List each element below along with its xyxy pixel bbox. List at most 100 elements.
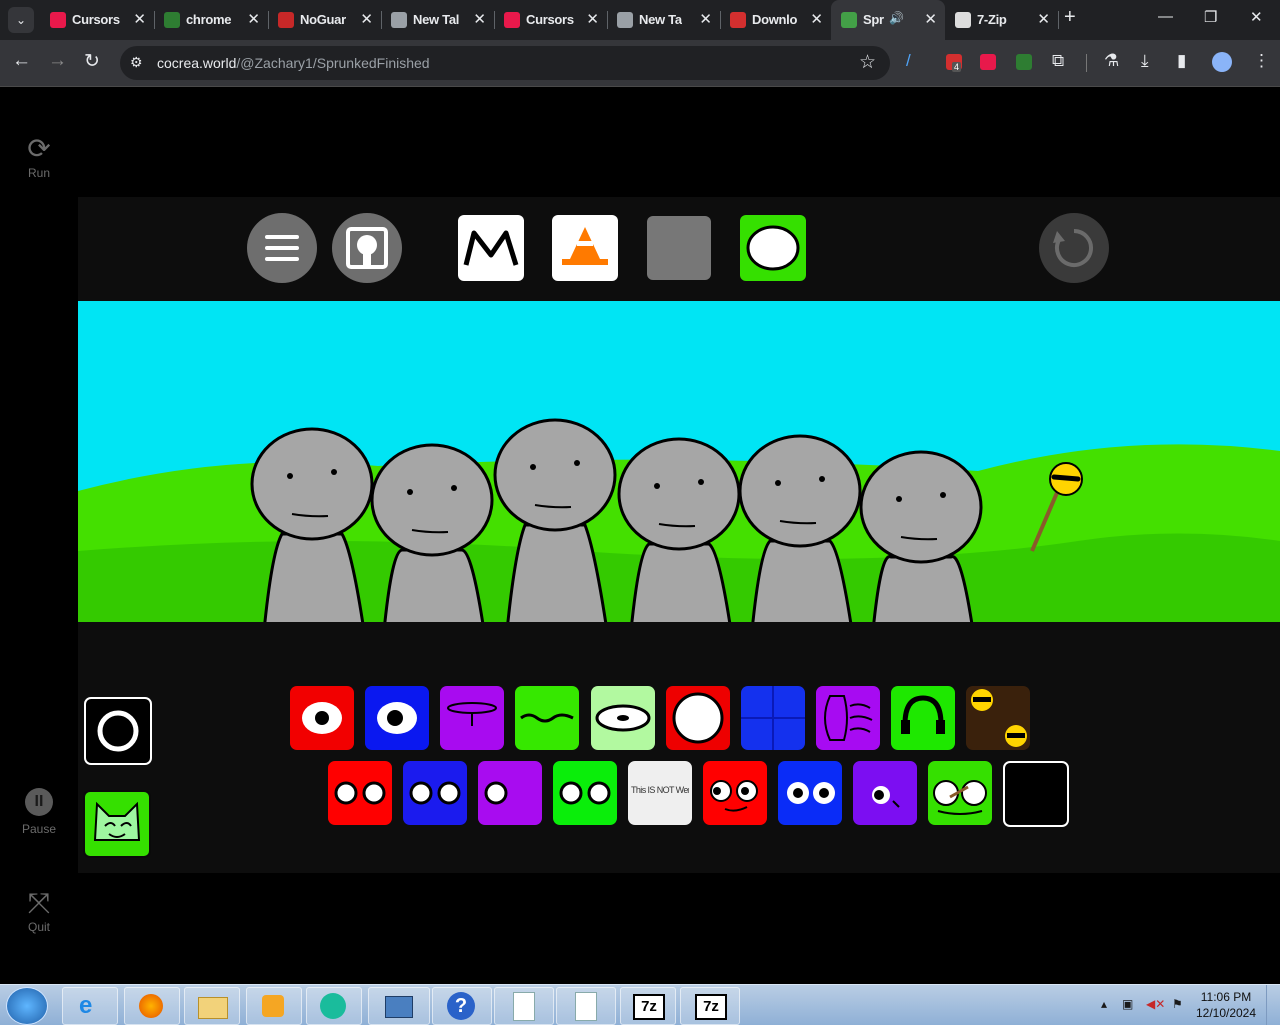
sound-button-brown-shades[interactable] bbox=[966, 686, 1030, 750]
tray-flag-icon[interactable]: ⚑ bbox=[1172, 997, 1183, 1011]
toolbar-divider bbox=[1086, 54, 1087, 72]
sprunki-character bbox=[617, 437, 741, 622]
background-button[interactable] bbox=[332, 213, 402, 283]
sound-button-lightgreen-eye[interactable] bbox=[591, 686, 655, 750]
mode-m-button[interactable] bbox=[458, 215, 524, 281]
ie-taskbar-icon[interactable]: e bbox=[62, 987, 118, 1025]
character-eye bbox=[896, 496, 902, 502]
extensions-puzzle-icon[interactable]: ⧉ bbox=[1052, 51, 1064, 71]
tray-expand-icon[interactable]: ▴ bbox=[1101, 997, 1107, 1011]
character-eye bbox=[451, 485, 457, 491]
sound-button-blue-eye[interactable] bbox=[365, 686, 429, 750]
sound-button-green-mouth[interactable] bbox=[515, 686, 579, 750]
sound-button-blue-two-eyes[interactable] bbox=[403, 761, 467, 825]
help-taskbar-icon[interactable]: ? bbox=[432, 987, 492, 1025]
tab-close-icon[interactable]: ✕ bbox=[133, 10, 146, 28]
browser-tab[interactable]: New Ta ✕ bbox=[607, 0, 721, 40]
network-taskbar-icon[interactable] bbox=[368, 987, 430, 1025]
green-extension-icon[interactable] bbox=[1016, 54, 1032, 70]
show-desktop-button[interactable] bbox=[1266, 985, 1280, 1025]
close-window-button[interactable]: ✕ bbox=[1250, 8, 1263, 26]
browser-tab[interactable]: chrome ✕ bbox=[154, 0, 269, 40]
run-control[interactable]: ⟳ Run bbox=[0, 132, 78, 180]
document-taskbar-icon-2[interactable] bbox=[556, 987, 616, 1025]
browser-tab[interactable]: New Tal ✕ bbox=[381, 0, 495, 40]
start-button[interactable] bbox=[6, 987, 48, 1025]
forward-button[interactable]: → bbox=[48, 50, 67, 72]
character-eye bbox=[530, 464, 536, 470]
speech-mode-button[interactable] bbox=[740, 215, 806, 281]
browser-tab[interactable]: Cursors ✕ bbox=[40, 0, 155, 40]
tab-audio-icon[interactable]: 🔊 bbox=[889, 11, 904, 25]
tab-close-icon[interactable]: ✕ bbox=[1037, 10, 1050, 28]
sound-button-blue-grid[interactable] bbox=[741, 686, 805, 750]
pen-extension-icon[interactable]: / bbox=[906, 51, 911, 71]
sound-button-red-circle[interactable] bbox=[666, 686, 730, 750]
reset-button[interactable] bbox=[1039, 213, 1109, 283]
chrome-menu-icon[interactable]: ⋮ bbox=[1253, 51, 1270, 71]
browser-tab[interactable]: Downlo ✕ bbox=[720, 0, 832, 40]
sound-button-purple-one-eye[interactable] bbox=[478, 761, 542, 825]
new-tab-button[interactable]: + bbox=[1064, 6, 1076, 29]
tab-close-icon[interactable]: ✕ bbox=[586, 10, 599, 28]
sound-button-red-two-eyes[interactable] bbox=[328, 761, 392, 825]
7zip-taskbar-icon-2[interactable]: 7z bbox=[680, 987, 740, 1025]
sound-button-red-face[interactable] bbox=[703, 761, 767, 825]
site-info-icon[interactable]: ⚙ bbox=[130, 54, 143, 71]
sound-button-green-face[interactable] bbox=[928, 761, 992, 825]
tab-close-icon[interactable]: ✕ bbox=[924, 10, 937, 28]
browser-tab[interactable]: NoGuar ✕ bbox=[268, 0, 382, 40]
tab-close-icon[interactable]: ✕ bbox=[699, 10, 712, 28]
sound-button-black-empty[interactable] bbox=[1003, 761, 1069, 827]
tab-close-icon[interactable]: ✕ bbox=[810, 10, 823, 28]
sound-button-red-eye[interactable] bbox=[290, 686, 354, 750]
7zip-taskbar-icon-1[interactable]: 7z bbox=[620, 987, 676, 1025]
game-canvas[interactable]: This IS NOT Wenda bbox=[78, 197, 1280, 873]
explorer-taskbar-icon[interactable] bbox=[184, 987, 240, 1025]
tab-search-button[interactable]: ⌄ bbox=[8, 7, 34, 33]
sound-button-green-headset[interactable] bbox=[891, 686, 955, 750]
app-taskbar-icon[interactable] bbox=[306, 987, 362, 1025]
tab-title: Spr bbox=[863, 12, 884, 27]
firefox-taskbar-icon[interactable] bbox=[124, 987, 180, 1025]
tray-network-icon[interactable]: ▣ bbox=[1122, 997, 1133, 1011]
cursors-extension-icon[interactable] bbox=[980, 54, 996, 70]
sound-button-wenda-text[interactable]: This IS NOT Wenda bbox=[628, 761, 692, 825]
tab-close-icon[interactable]: ✕ bbox=[247, 10, 260, 28]
media-player-taskbar-icon[interactable] bbox=[246, 987, 302, 1025]
profile-avatar-icon[interactable] bbox=[1212, 52, 1232, 72]
sound-button-purple-face[interactable] bbox=[853, 761, 917, 825]
taskbar-clock[interactable]: 11:06 PM 12/10/2024 bbox=[1192, 989, 1260, 1021]
sound-button-blue-face[interactable] bbox=[778, 761, 842, 825]
tab-title: New Tal bbox=[413, 12, 460, 27]
sound-button-purple-wave[interactable] bbox=[816, 686, 880, 750]
ublock-extension-icon[interactable]: 4 bbox=[946, 54, 962, 72]
sound-button-green-two-eyes[interactable] bbox=[553, 761, 617, 825]
labs-flask-icon[interactable]: ⚗ bbox=[1104, 51, 1119, 71]
download-icon[interactable]: ⤓ bbox=[1141, 51, 1149, 71]
browser-tab[interactable]: 7-Zip ✕ bbox=[945, 0, 1059, 40]
tab-close-icon[interactable]: ✕ bbox=[473, 10, 486, 28]
quit-control[interactable]: ⤧ Quit bbox=[0, 886, 78, 934]
back-button[interactable]: ← bbox=[12, 50, 31, 72]
gray-mode-button[interactable] bbox=[647, 216, 711, 280]
side-panel-icon[interactable]: ▮ bbox=[1177, 51, 1186, 71]
tab-title: Cursors bbox=[72, 12, 120, 27]
tab-favicon-icon bbox=[955, 12, 971, 28]
menu-button[interactable] bbox=[247, 213, 317, 283]
polo-mode-button[interactable] bbox=[84, 697, 152, 765]
reload-button[interactable]: ↻ bbox=[84, 50, 100, 73]
bookmark-star-icon[interactable]: ☆ bbox=[859, 51, 876, 74]
browser-tab[interactable]: Cursors ✕ bbox=[494, 0, 608, 40]
document-taskbar-icon-1[interactable] bbox=[494, 987, 554, 1025]
restore-button[interactable]: ❐ bbox=[1204, 8, 1217, 26]
browser-tab[interactable]: Spr 🔊 ✕ bbox=[831, 0, 945, 40]
tray-volume-muted-icon[interactable]: ◀✕ bbox=[1146, 997, 1165, 1011]
pause-control[interactable]: II Pause bbox=[0, 788, 78, 836]
cone-mode-button[interactable] bbox=[552, 215, 618, 281]
sound-button-purple-hat[interactable] bbox=[440, 686, 504, 750]
address-bar[interactable]: ⚙ cocrea.world/@Zachary1/SprunkedFinishe… bbox=[120, 46, 890, 80]
cat-mode-button[interactable] bbox=[83, 790, 151, 858]
minimize-button[interactable]: — bbox=[1158, 8, 1173, 25]
tab-close-icon[interactable]: ✕ bbox=[360, 10, 373, 28]
